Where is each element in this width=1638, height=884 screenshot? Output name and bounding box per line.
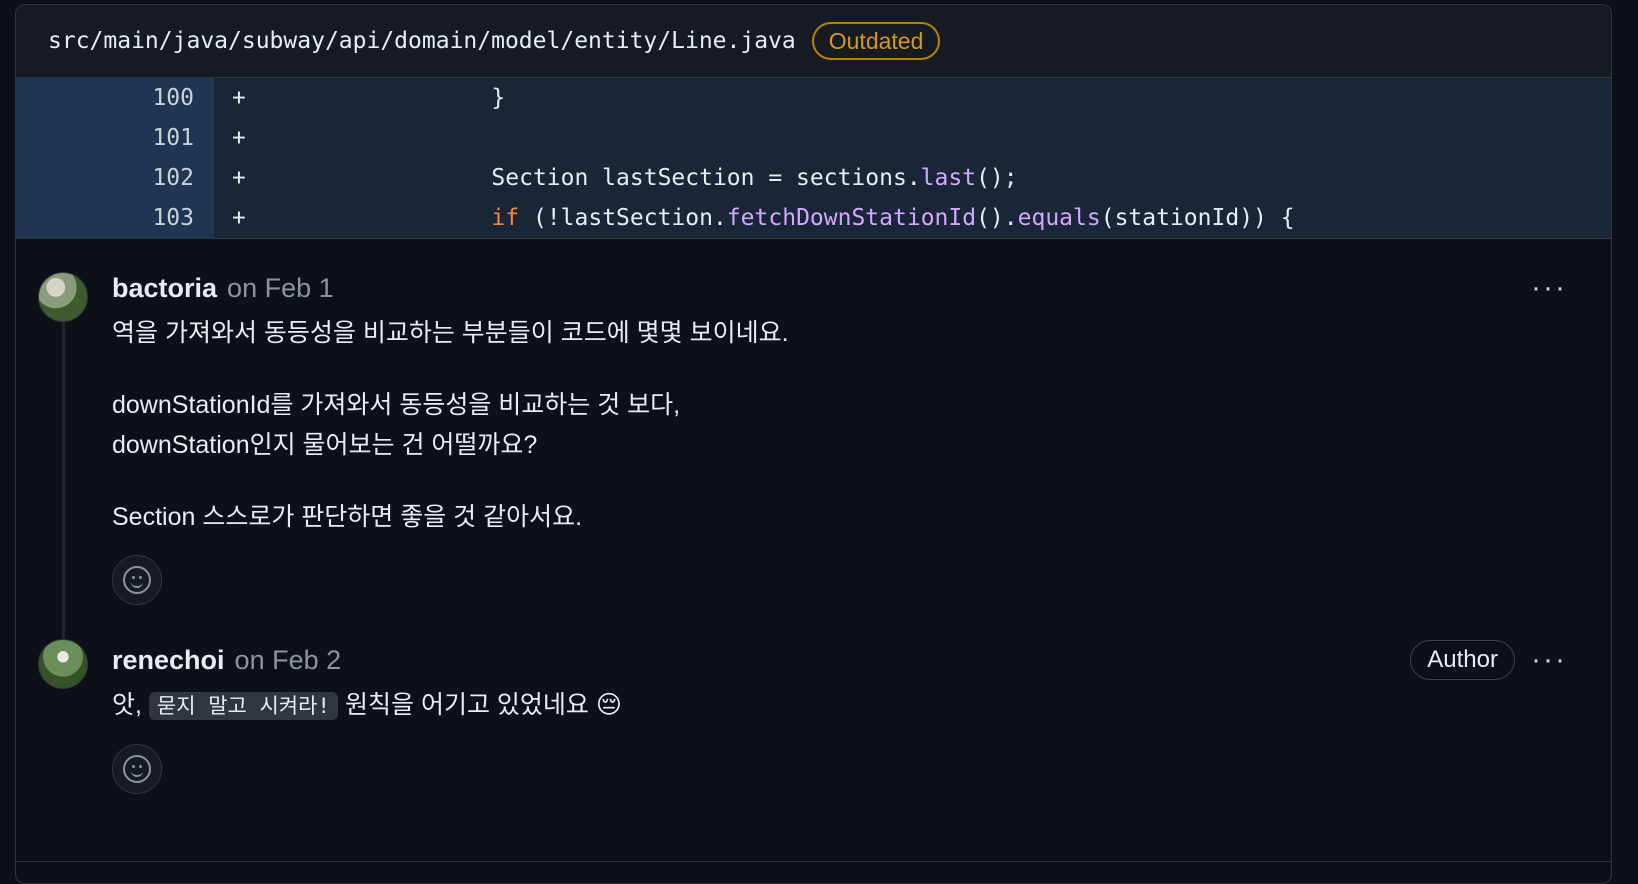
code-text: Section lastSection = sections.last();: [252, 158, 1018, 198]
diff-line: 103 + if (!lastSection.fetchDownStationI…: [16, 198, 1611, 238]
code-keyword: if: [491, 205, 520, 231]
code-method: fetchDownStationId: [726, 205, 977, 231]
code-segment: (stationId)) {: [1100, 205, 1295, 231]
avatar[interactable]: [38, 272, 88, 322]
comment-header: renechoi on Feb 2 Author ···: [112, 635, 1611, 685]
code-method: equals: [1017, 205, 1101, 231]
file-header: src/main/java/subway/api/domain/model/en…: [16, 5, 1611, 78]
author-badge: Author: [1410, 640, 1515, 680]
code-segment: Section lastSection = sections.: [256, 165, 921, 191]
comment-text: 원칙을 어기고 있었네요 😔: [338, 691, 622, 719]
diff-hunk: 100 + } 101 + 102 + Section lastSection …: [16, 78, 1611, 239]
code-text: if (!lastSection.fetchDownStationId().eq…: [252, 198, 1295, 238]
line-number[interactable]: 103: [16, 198, 214, 238]
code-text: }: [256, 85, 506, 111]
comment-author[interactable]: renechoi: [112, 645, 225, 676]
code-segment: ().: [976, 205, 1018, 231]
added-marker: +: [232, 85, 246, 111]
comment: bactoria on Feb 1 ··· 역을 가져와서 동등성을 비교하는 …: [16, 263, 1611, 605]
line-number[interactable]: 101: [16, 118, 214, 158]
kebab-menu-icon[interactable]: ···: [1531, 645, 1567, 675]
code-method: last: [920, 165, 977, 191]
comment-paragraph: 앗, 묻지 말고 시켜라! 원칙을 어기고 있었네요 😔: [112, 685, 1611, 726]
added-marker: +: [232, 205, 246, 231]
diff-line: 100 + }: [16, 78, 1611, 118]
add-reaction-button[interactable]: [112, 744, 162, 794]
added-marker: +: [232, 125, 246, 151]
outdated-badge: Outdated: [811, 22, 941, 60]
add-reaction-button[interactable]: [112, 555, 162, 605]
line-number[interactable]: 102: [16, 158, 214, 198]
comment-paragraph: downStation인지 물어보는 건 어떨까요?: [112, 431, 538, 459]
code-segment: ();: [976, 165, 1018, 191]
comment-paragraph: Section 스스로가 판단하면 좋을 것 같아서요.: [112, 503, 583, 531]
line-number[interactable]: 100: [16, 78, 214, 118]
avatar[interactable]: [38, 639, 88, 689]
comment: renechoi on Feb 2 Author ··· 앗, 묻지 말고 시켜…: [16, 635, 1611, 794]
review-thread-card: src/main/java/subway/api/domain/model/en…: [15, 4, 1612, 884]
smiley-icon: [123, 755, 151, 783]
comment-paragraph: 역을 가져와서 동등성을 비교하는 부분들이 코드에 몇몇 보이네요.: [112, 319, 789, 347]
comment-paragraph: downStationId를 가져와서 동등성을 비교하는 것 보다,: [112, 391, 681, 419]
comment-body: 앗, 묻지 말고 시켜라! 원칙을 어기고 있었네요 😔: [112, 685, 1611, 726]
diff-line: 101 +: [16, 118, 1611, 158]
comment-header: bactoria on Feb 1 ···: [112, 263, 1611, 313]
added-marker: +: [232, 165, 246, 191]
comment-date[interactable]: on Feb 2: [235, 645, 342, 676]
comment-date[interactable]: on Feb 1: [227, 273, 334, 304]
file-path-link[interactable]: src/main/java/subway/api/domain/model/en…: [48, 28, 796, 54]
divider: [16, 861, 1611, 862]
comment-author[interactable]: bactoria: [112, 273, 217, 304]
comment-thread: bactoria on Feb 1 ··· 역을 가져와서 동등성을 비교하는 …: [16, 239, 1611, 794]
smiley-icon: [123, 566, 151, 594]
kebab-menu-icon[interactable]: ···: [1531, 273, 1567, 303]
comment-body: 역을 가져와서 동등성을 비교하는 부분들이 코드에 몇몇 보이네요. down…: [112, 313, 1611, 537]
code-segment: (!lastSection.: [519, 205, 727, 231]
inline-code: 묻지 말고 시켜라!: [148, 692, 339, 720]
comment-text: 앗,: [112, 691, 149, 719]
diff-line: 102 + Section lastSection = sections.las…: [16, 158, 1611, 198]
